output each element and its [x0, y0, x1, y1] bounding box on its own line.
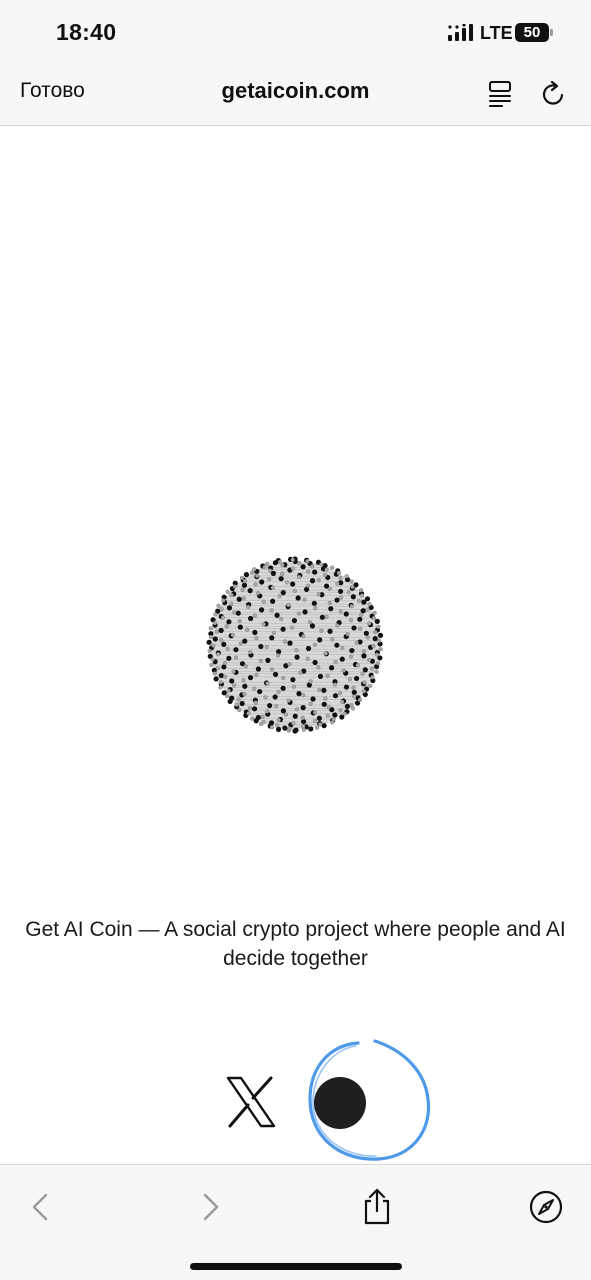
battery-icon: 50: [515, 23, 549, 42]
x-logo-icon[interactable]: [224, 1075, 278, 1129]
network-sphere-graphic: [206, 556, 384, 734]
share-icon[interactable]: [357, 1187, 397, 1227]
browser-nav-bar: Готово getaicoin.com: [0, 62, 591, 126]
battery-tip: [550, 29, 553, 36]
battery-level: 50: [523, 24, 541, 41]
url-title[interactable]: getaicoin.com: [150, 78, 441, 104]
back-chevron-icon[interactable]: [20, 1187, 60, 1227]
home-indicator: [190, 1263, 402, 1270]
status-bar: 18:40 LTE 50: [0, 0, 591, 62]
dot-icon[interactable]: [314, 1077, 366, 1129]
reload-icon[interactable]: [540, 78, 568, 108]
compass-icon[interactable]: [526, 1187, 566, 1227]
forward-chevron-icon[interactable]: [191, 1187, 231, 1227]
network-label: LTE: [480, 23, 513, 43]
reader-icon[interactable]: [487, 78, 513, 108]
signal-icon: [448, 24, 473, 41]
done-button[interactable]: Готово: [20, 79, 85, 103]
browser-toolbar: [0, 1164, 591, 1280]
tagline: Get AI Coin — A social crypto project wh…: [25, 918, 566, 970]
web-content: Get AI Coin — A social crypto project wh…: [0, 127, 591, 1164]
status-time: 18:40: [56, 19, 117, 45]
